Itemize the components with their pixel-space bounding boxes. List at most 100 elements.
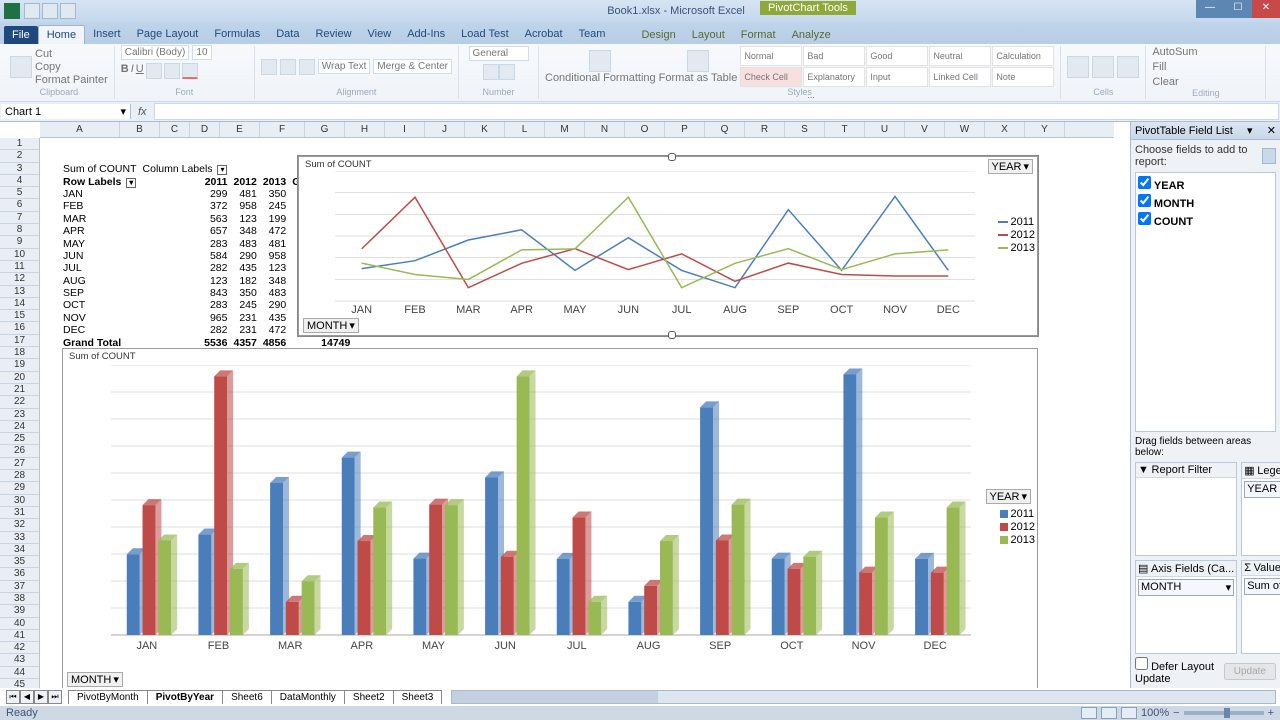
chevron-down-icon[interactable]: ▾ xyxy=(120,105,126,118)
bold-button[interactable]: B xyxy=(121,63,129,79)
minimize-button[interactable]: — xyxy=(1196,0,1224,18)
field-checkbox-year[interactable]: YEAR xyxy=(1138,175,1273,193)
tab-review[interactable]: Review xyxy=(307,25,359,44)
cell-style[interactable]: Neutral xyxy=(929,46,991,66)
field-checkbox-count[interactable]: COUNT xyxy=(1138,211,1273,229)
update-button[interactable]: Update xyxy=(1224,663,1276,680)
sheet-tab-sheet2[interactable]: Sheet2 xyxy=(344,690,394,704)
sheet-tab-pivotbymonth[interactable]: PivotByMonth xyxy=(68,690,148,704)
align-left-icon[interactable] xyxy=(261,59,277,75)
close-pane-icon[interactable]: ✕ xyxy=(1267,124,1276,137)
undo-icon[interactable] xyxy=(42,3,58,19)
quick-access-toolbar[interactable] xyxy=(24,3,76,19)
sheet-tab-bar[interactable]: ⏮ ◀ ▶ ⏭ PivotByMonthPivotByYearSheet6Dat… xyxy=(0,688,1280,706)
close-button[interactable]: ✕ xyxy=(1252,0,1280,18)
page-layout-view-icon[interactable] xyxy=(1101,707,1117,719)
paste-icon[interactable] xyxy=(10,56,32,78)
legend-field-button[interactable]: YEAR▾ xyxy=(988,159,1034,174)
format-painter-button[interactable]: Format Painter xyxy=(35,74,108,86)
row-headers[interactable]: 1234567891011121314151617181920212223242… xyxy=(0,138,40,688)
fx-icon[interactable]: fx xyxy=(132,106,153,118)
ctx-tab-design[interactable]: Design xyxy=(633,26,683,44)
prev-sheet-icon[interactable]: ◀ xyxy=(20,690,34,704)
name-box[interactable]: Chart 1▾ xyxy=(1,104,131,119)
save-icon[interactable] xyxy=(24,3,40,19)
sheet-tab-datamonthly[interactable]: DataMonthly xyxy=(271,690,345,704)
cell-style[interactable]: Check Cell xyxy=(740,67,802,87)
clear-button[interactable]: Clear xyxy=(1152,76,1178,88)
pivot-bar-chart[interactable]: Sum of COUNT 010020030040050060070080090… xyxy=(62,348,1038,688)
sheet-tab-sheet3[interactable]: Sheet3 xyxy=(393,690,443,704)
next-sheet-icon[interactable]: ▶ xyxy=(34,690,48,704)
sheet-tab-sheet6[interactable]: Sheet6 xyxy=(222,690,272,704)
zoom-level[interactable]: 100% xyxy=(1141,707,1169,719)
field-chip[interactable]: YEAR▾ xyxy=(1244,481,1280,498)
field-checkbox-month[interactable]: MONTH xyxy=(1138,193,1273,211)
layout-icon[interactable] xyxy=(1262,148,1276,164)
zoom-out-button[interactable]: − xyxy=(1173,707,1179,719)
pane-chevron-icon[interactable]: ▾ xyxy=(1247,124,1253,137)
first-sheet-icon[interactable]: ⏮ xyxy=(6,690,20,704)
legend-field-button[interactable]: YEAR▾ xyxy=(986,489,1032,504)
sheet-tab-pivotbyyear[interactable]: PivotByYear xyxy=(147,690,223,704)
cell-style[interactable]: Explanatory ... xyxy=(803,67,865,87)
cell-style[interactable]: Bad xyxy=(803,46,865,66)
tab-team[interactable]: Team xyxy=(571,25,614,44)
ctx-tab-analyze[interactable]: Analyze xyxy=(784,26,839,44)
fill-color-icon[interactable] xyxy=(164,63,180,79)
cell-style[interactable]: Input xyxy=(866,67,928,87)
cut-button[interactable]: Cut xyxy=(35,48,108,60)
italic-button[interactable]: I xyxy=(131,63,134,79)
currency-icon[interactable] xyxy=(483,64,499,80)
formula-bar[interactable] xyxy=(154,103,1279,120)
cell-style[interactable]: Good xyxy=(866,46,928,66)
tab-page-layout[interactable]: Page Layout xyxy=(129,25,207,44)
page-break-view-icon[interactable] xyxy=(1121,707,1137,719)
column-headers[interactable]: ABCDEFGHIJKLMNOPQRSTUVWXY xyxy=(40,122,1114,138)
tab-formulas[interactable]: Formulas xyxy=(206,25,268,44)
align-center-icon[interactable] xyxy=(280,59,296,75)
font-color-icon[interactable] xyxy=(182,63,198,79)
ctx-tab-format[interactable]: Format xyxy=(733,26,784,44)
field-chip[interactable]: MONTH▾ xyxy=(1138,579,1234,596)
align-right-icon[interactable] xyxy=(299,59,315,75)
tab-insert[interactable]: Insert xyxy=(85,25,129,44)
cell-style[interactable]: Normal xyxy=(740,46,802,66)
axis-field-button[interactable]: MONTH▾ xyxy=(67,672,123,687)
field-chip[interactable]: Sum of COUNT▾ xyxy=(1244,578,1280,595)
autosum-button[interactable]: AutoSum xyxy=(1152,46,1197,58)
file-tab[interactable]: File xyxy=(4,26,38,44)
tab-view[interactable]: View xyxy=(360,25,400,44)
copy-button[interactable]: Copy xyxy=(35,61,108,73)
underline-button[interactable]: U xyxy=(136,63,144,79)
tab-add-ins[interactable]: Add-Ins xyxy=(399,25,453,44)
report-filter-area[interactable]: ▼ Report Filter xyxy=(1135,462,1237,556)
legend-fields-area[interactable]: ▦ Legend Fields ... YEAR▾ xyxy=(1241,462,1280,556)
last-sheet-icon[interactable]: ⏭ xyxy=(48,690,62,704)
zoom-slider[interactable] xyxy=(1184,711,1264,715)
tab-home[interactable]: Home xyxy=(38,25,85,44)
maximize-button[interactable]: ☐ xyxy=(1224,0,1252,18)
normal-view-icon[interactable] xyxy=(1081,707,1097,719)
cell-style[interactable]: Linked Cell xyxy=(929,67,991,87)
font-size-box[interactable]: 10 xyxy=(192,45,211,60)
font-name-box[interactable]: Calibri (Body) xyxy=(121,45,190,60)
defer-update-checkbox[interactable]: Defer Layout Update xyxy=(1135,657,1224,685)
field-checklist[interactable]: YEAR MONTH COUNT xyxy=(1135,172,1276,432)
tab-data[interactable]: Data xyxy=(268,25,307,44)
format-icon[interactable] xyxy=(1117,56,1139,78)
percent-icon[interactable] xyxy=(499,64,515,80)
format-as-table-icon[interactable] xyxy=(687,50,709,72)
number-format-box[interactable]: General xyxy=(469,46,529,61)
wrap-text-button[interactable]: Wrap Text xyxy=(318,59,371,74)
conditional-formatting-icon[interactable] xyxy=(589,50,611,72)
values-area[interactable]: Σ Values Sum of COUNT▾ xyxy=(1241,560,1280,654)
worksheet[interactable]: ABCDEFGHIJKLMNOPQRSTUVWXY 12345678910111… xyxy=(0,122,1130,688)
pivottable-field-list[interactable]: PivotTable Field List ▾ ✕ Choose fields … xyxy=(1130,122,1280,688)
insert-icon[interactable] xyxy=(1067,56,1089,78)
pivot-line-chart[interactable]: Sum of COUNT 020040060080010001200JANFEB… xyxy=(298,156,1038,336)
ctx-tab-layout[interactable]: Layout xyxy=(684,26,733,44)
redo-icon[interactable] xyxy=(60,3,76,19)
delete-icon[interactable] xyxy=(1092,56,1114,78)
tab-load-test[interactable]: Load Test xyxy=(453,25,517,44)
